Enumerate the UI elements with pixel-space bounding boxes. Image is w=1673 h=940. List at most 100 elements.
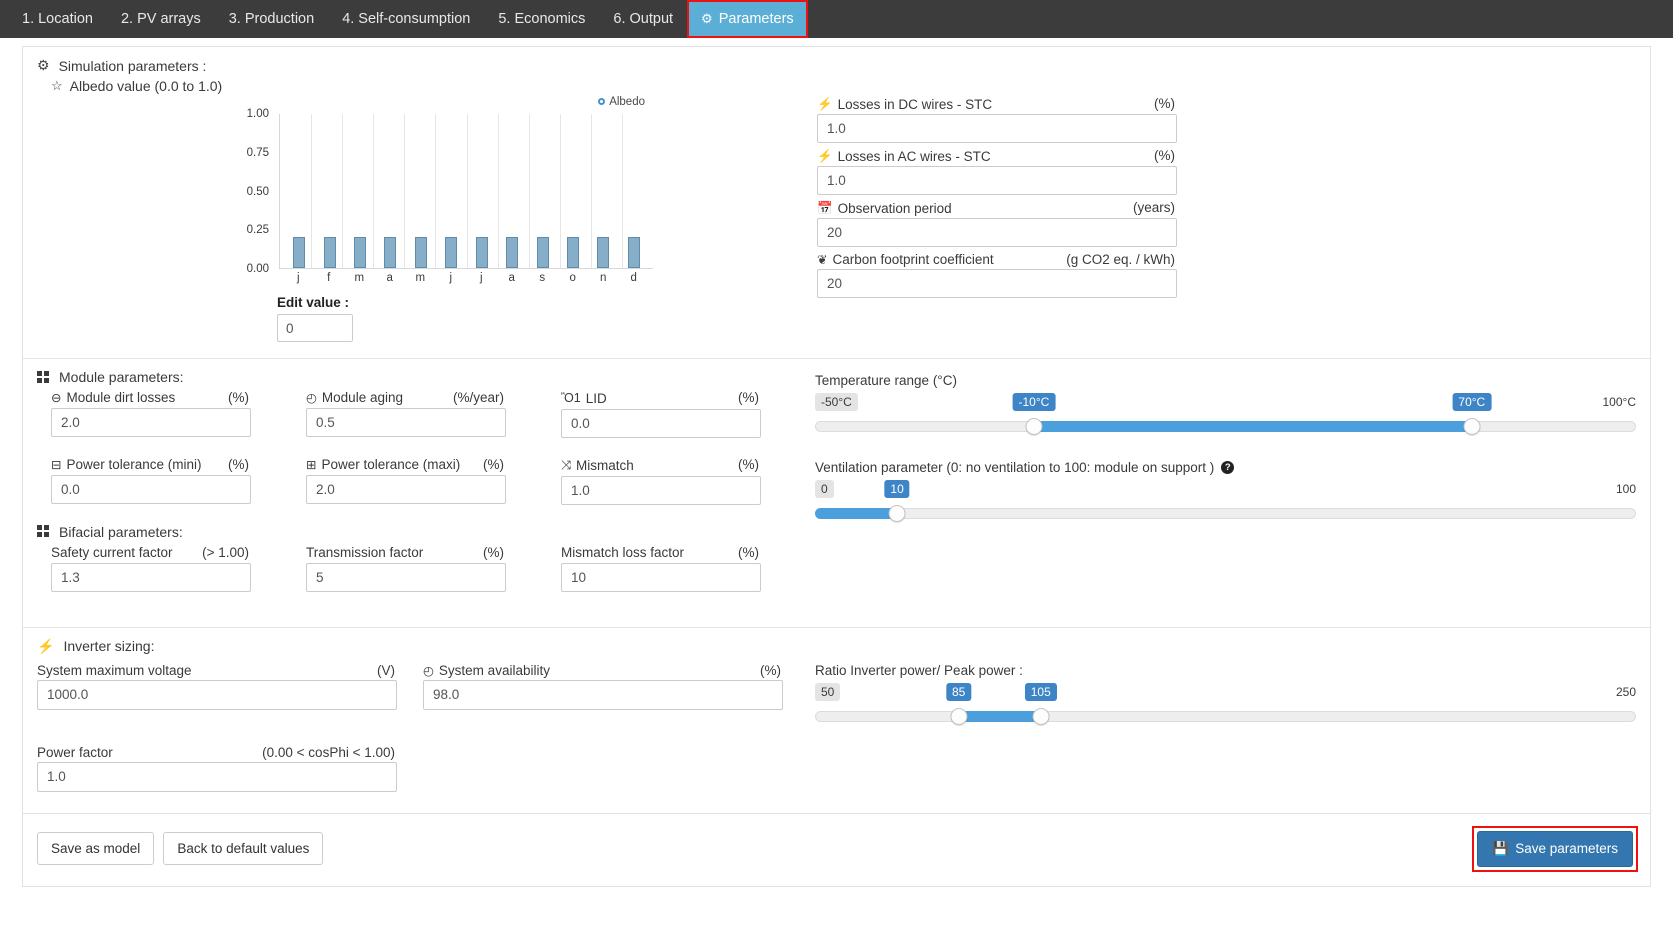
chart-bar [384, 237, 397, 268]
losses-dc-wires-input[interactable] [817, 114, 1177, 143]
field-header: ⊖ Module dirt losses (%) [51, 390, 251, 408]
field-label-group: Power factor [37, 745, 113, 760]
field-label-group: Ὂ1 LID [561, 391, 607, 406]
field-label-group: ⊞ Power tolerance (maxi) [306, 457, 460, 472]
module-dirt-losses-input[interactable] [51, 408, 251, 437]
ventilation-slider-label: Ventilation parameter (0: no ventilation… [815, 460, 1215, 475]
field-label-group: ⚡ Losses in DC wires - STC [817, 97, 992, 112]
tab-pv-arrays[interactable]: 2. PV arrays [107, 0, 215, 38]
power-tolerance-mini-input[interactable] [51, 474, 251, 504]
ventilation-slider-handle[interactable] [888, 505, 906, 522]
gears-icon: ⚙ [37, 57, 50, 73]
ratio-inverter-peak-slider[interactable]: Ratio Inverter power/ Peak power : 50 85 1… [815, 663, 1636, 728]
temperature-slider-fill [1033, 421, 1472, 432]
mismatch-input[interactable] [561, 475, 761, 505]
field-unit: (> 1.00) [202, 544, 249, 560]
lightbulb-icon: Ὂ1 [561, 391, 581, 405]
leaf-icon: ❦ [817, 253, 828, 267]
power-tolerance-maxi-input[interactable] [306, 474, 506, 504]
tab-parameters[interactable]: ⚙ Parameters [687, 0, 808, 38]
tab-production[interactable]: 3. Production [215, 0, 328, 38]
help-circle-icon[interactable]: ? [1221, 461, 1235, 474]
safety-current-factor-input[interactable] [51, 562, 251, 592]
carbon-footprint-coefficient-input[interactable] [817, 269, 1177, 298]
inverter-sizing-section: ⚡ Inverter sizing: System maximum voltag… [23, 628, 1650, 813]
chart-bar-slot [467, 114, 497, 268]
temperature-slider-handle-high[interactable] [1463, 418, 1481, 435]
field-header: System maximum voltage (V) [37, 663, 397, 680]
chart-bar-slot [527, 114, 557, 268]
chart-x-tick: n [600, 272, 607, 284]
mismatch-loss-factor-input[interactable] [561, 562, 761, 592]
back-to-default-values-button[interactable]: Back to default values [163, 832, 324, 865]
module-aging-input[interactable] [306, 408, 506, 437]
chart-y-tick: 0.75 [246, 146, 269, 159]
chart-bar [567, 237, 579, 268]
chart-gridline [435, 114, 437, 268]
field-label-group: ❦ Carbon footprint coefficient [817, 252, 994, 267]
chart-x-axis: jfmamjjasond [279, 272, 653, 284]
bolt-icon: ⚡ [817, 97, 833, 111]
chart-bar [597, 237, 610, 268]
power-factor-input[interactable] [37, 761, 397, 792]
chart-bar-slot [314, 114, 344, 268]
tab-label: 3. Production [228, 11, 315, 27]
chart-bar [475, 237, 488, 268]
gears-icon: ⚙ [701, 11, 713, 26]
chart-x-tick: f [327, 272, 331, 284]
field-unit: (%) [228, 456, 249, 472]
ratio-slider-label: Ratio Inverter power/ Peak power : [815, 662, 1023, 678]
save-as-model-button[interactable]: Save as model [37, 832, 155, 865]
temperature-range-slider[interactable]: Temperature range (°C) -50°C -10°C 70°C 100… [815, 373, 1636, 438]
transmission-factor-input[interactable] [306, 562, 506, 592]
chart-x-tick: m [415, 272, 426, 284]
temperature-slider-label: Temperature range (°C) [815, 373, 957, 388]
chart-gridline [373, 114, 375, 268]
power-tolerance-mini-cell: ⊟ Power tolerance (mini) (%) [51, 457, 251, 510]
ventilation-slider-track[interactable] [815, 508, 1636, 519]
field-header: Mismatch loss factor (%) [561, 545, 761, 563]
tab-location[interactable]: 1. Location [8, 0, 107, 38]
losses-ac-wires-input[interactable] [817, 166, 1177, 195]
ratio-low-value-label: 85 [945, 682, 972, 701]
ratio-slider-handle-low[interactable] [950, 707, 968, 725]
chart-bar [293, 237, 306, 268]
chart-gridline [621, 114, 623, 268]
chart-bar [445, 237, 458, 268]
albedo-chart: Albedo 0.00 0.25 0.50 0.75 1.00 j f m a m j j a s o n d [233, 96, 653, 289]
field-label: Losses in AC wires - STC [837, 149, 991, 164]
mismatch-loss-factor-cell: Mismatch loss factor (%) [561, 545, 761, 597]
temperature-slider-handle-low[interactable] [1025, 418, 1043, 435]
chart-legend: Albedo [233, 96, 653, 112]
mismatch-field: ⤨ Mismatch (%) [561, 457, 761, 505]
chart-x-tick: j [449, 272, 453, 284]
edit-value-input[interactable] [277, 314, 353, 342]
power-factor-field: Power factor (0.00 < cosPhi < 1.00) [37, 745, 397, 792]
field-header: Power factor (0.00 < cosPhi < 1.00) [37, 745, 397, 762]
save-parameters-highlight: 💾 Save parameters [1472, 825, 1638, 872]
shuffle-icon: ⤨ [561, 457, 572, 472]
ratio-slider-track[interactable] [815, 710, 1636, 722]
lid-input[interactable] [561, 408, 761, 438]
losses-fields-group: ⚡ Losses in DC wires - STC (%) ⚡ Losses in A… [817, 78, 1177, 342]
chart-y-tick: 0.25 [246, 224, 269, 237]
bifacial-parameters-title: Bifacial parameters: [37, 524, 807, 540]
ratio-slider-handle-high[interactable] [1032, 707, 1050, 725]
field-unit: (%) [483, 544, 504, 560]
mismatch-cell: ⤨ Mismatch (%) [561, 457, 761, 510]
ventilation-slider[interactable]: Ventilation parameter (0: no ventilation… [815, 460, 1636, 525]
chart-gridline [497, 114, 499, 268]
clock-icon: ◴ [306, 391, 317, 405]
save-parameters-button[interactable]: 💾 Save parameters [1477, 830, 1633, 867]
tab-output[interactable]: 6. Output [599, 0, 687, 38]
plus-square-icon: ⊞ [306, 457, 317, 472]
field-unit: (V) [377, 662, 395, 678]
field-header: ⊞ Power tolerance (maxi) (%) [306, 457, 506, 475]
tab-economics[interactable]: 5. Economics [484, 0, 599, 38]
observation-period-input[interactable] [817, 218, 1177, 247]
field-header: ◴ System availability (%) [423, 663, 783, 680]
tab-self-consumption[interactable]: 4. Self-consumption [328, 0, 484, 38]
module-parameters-section: Module parameters: ⊖ Module dirt losses (%… [23, 359, 1650, 628]
system-maximum-voltage-input[interactable] [37, 679, 397, 710]
system-availability-input[interactable] [423, 679, 783, 710]
